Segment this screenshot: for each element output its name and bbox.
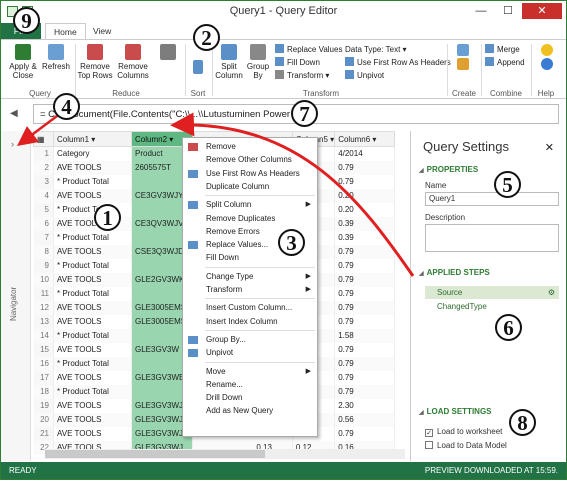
arrow-to-table-corner (17, 112, 62, 146)
callout-4: 4 (53, 93, 80, 120)
callout-7: 7 (291, 100, 318, 127)
callout-8: 8 (509, 409, 536, 436)
callout-5: 5 (494, 171, 521, 198)
callout-2: 2 (193, 24, 220, 51)
callout-3: 3 (278, 229, 305, 256)
query-editor-window: Query1 - Query Editor — ☐ ✕ File Home Vi… (0, 0, 567, 480)
callout-1: 1 (94, 204, 121, 231)
callout-9: 9 (13, 7, 40, 34)
callout-6: 6 (495, 314, 522, 341)
